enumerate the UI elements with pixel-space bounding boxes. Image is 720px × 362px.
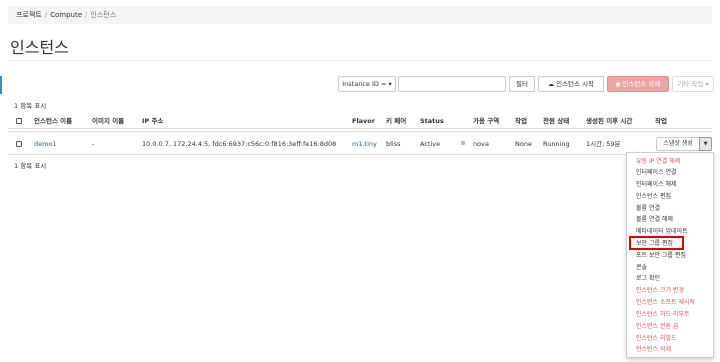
item-count-bottom: 1 항목 표시 [14, 162, 47, 170]
menu-view-log[interactable]: 로그 확인 [636, 273, 660, 284]
header-age[interactable]: 생성된 이후 시간 [586, 113, 632, 129]
ip-addresses: 10.0.0.7, 172.24.4.5, fdc6:6937:c56c:0:f… [142, 140, 337, 148]
age-value: 1시간, 59분 [586, 140, 621, 148]
status-value: Active [420, 140, 441, 148]
breadcrumb-separator: / [85, 11, 88, 19]
filter-button[interactable]: 필터 [509, 76, 535, 92]
caret-down-icon: ▼ [703, 141, 708, 147]
trash-icon: ■ [615, 82, 621, 88]
key-pair: bliss [386, 140, 401, 148]
page-title: 인스턴스 [10, 38, 69, 57]
header-availability-zone[interactable]: 가용 구역 [473, 113, 499, 129]
header-status[interactable]: Status [420, 113, 444, 129]
availability-zone: nova [473, 140, 489, 148]
header-actions: 작업 [655, 117, 667, 125]
delete-instance-label: 인스턴스 삭제 [622, 80, 661, 88]
select-all-checkbox[interactable] [16, 118, 22, 124]
menu-detach-interface[interactable]: 인터페이스 해제 [636, 179, 677, 190]
header-flavor[interactable]: Flavor [352, 113, 375, 129]
header-task[interactable]: 작업 [515, 113, 527, 129]
table-header: 인스턴스 이름 이미지 이름 IP 주소 Flavor 키 페어 Status … [8, 113, 712, 129]
menu-attach-interface[interactable]: 인터페이스 연결 [636, 167, 677, 178]
more-actions-button[interactable]: 기타 작업 ▾ [672, 76, 714, 92]
breadcrumb-project[interactable]: 프로젝트 [16, 11, 42, 19]
filter-input[interactable] [398, 76, 506, 92]
menu-delete-instance[interactable]: 인스턴스 삭제 [636, 344, 671, 355]
breadcrumb-separator: / [44, 11, 48, 19]
task-value: None [515, 140, 532, 148]
item-count-top: 1 항목 표시 [14, 102, 47, 110]
breadcrumb-instances: 인스턴스 [90, 11, 117, 19]
header-image-name[interactable]: 이미지 이름 [92, 113, 124, 129]
lock-icon [461, 141, 465, 145]
menu-attach-volume[interactable]: 볼륨 연결 [636, 203, 660, 214]
left-accent-bar [0, 76, 2, 94]
header-ip-address[interactable]: IP 주소 [142, 113, 163, 129]
actions-dropdown-toggle[interactable]: ▼ [699, 137, 712, 151]
menu-rebuild-instance[interactable]: 인스턴스 리빌드 [636, 333, 677, 344]
header-instance-name[interactable]: 인스턴스 이름 [34, 113, 72, 129]
breadcrumb: 프로젝트 / Compute / 인스턴스 [8, 6, 712, 24]
menu-detach-volume[interactable]: 볼륨 연결 해제 [636, 214, 673, 225]
title-divider [8, 60, 712, 61]
instance-actions-menu: 유동 IP 연결 해제 인터페이스 연결 인터페이스 해제 인스턴스 편집 볼륨… [626, 152, 714, 358]
row-checkbox[interactable] [16, 141, 22, 147]
menu-hard-reboot[interactable]: 인스턴스 하드 리부트 [636, 309, 690, 320]
breadcrumb-compute[interactable]: Compute [50, 11, 82, 19]
menu-soft-reboot[interactable]: 인스턴스 소프트 재시작 [636, 297, 695, 308]
cloud-upload-icon: ☁ [547, 81, 554, 88]
highlight-box [629, 236, 684, 250]
menu-edit-port-security-groups[interactable]: 포트 보안 그룹 편집 [636, 250, 686, 261]
menu-edit-instance[interactable]: 인스턴스 편집 [636, 191, 671, 202]
menu-shut-off[interactable]: 인스턴스 전원 끔 [636, 321, 678, 332]
table-row: demo1 - 10.0.0.7, 172.24.4.5, fdc6:6937:… [8, 131, 712, 155]
launch-instance-label: 인스턴스 시작 [556, 80, 595, 88]
filter-field-select[interactable]: Instance ID = ▾ [338, 76, 396, 92]
power-state: Running [543, 140, 570, 148]
instance-name-link[interactable]: demo1 [34, 132, 57, 156]
menu-console[interactable]: 콘솔 [636, 262, 647, 273]
menu-disassociate-floating-ip[interactable]: 유동 IP 연결 해제 [636, 156, 680, 167]
launch-instance-button[interactable]: ☁ 인스턴스 시작 [538, 76, 604, 92]
menu-resize-instance[interactable]: 인스턴스 크기 변경 [636, 285, 684, 296]
header-power-state[interactable]: 전원 상태 [543, 113, 569, 129]
header-key-pair[interactable]: 키 페어 [386, 113, 406, 129]
image-name: - [92, 140, 95, 148]
create-snapshot-button[interactable]: 스냅샷 생성 [656, 137, 700, 151]
delete-instance-button[interactable]: ■ 인스턴스 삭제 [607, 76, 669, 92]
flavor-link[interactable]: m1.tiny [352, 132, 377, 156]
